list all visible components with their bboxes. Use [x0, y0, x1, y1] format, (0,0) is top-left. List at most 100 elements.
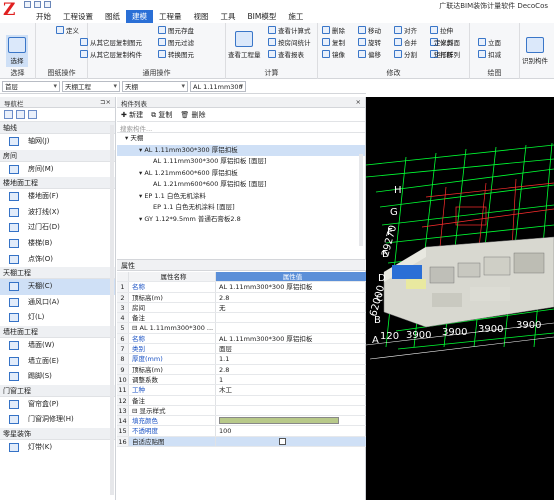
property-row[interactable]: 1 名称 AL 1.11mm300*300 厚铝扣板 — [117, 282, 366, 293]
nav-item[interactable]: 灯(L) — [0, 310, 115, 326]
nav-item[interactable]: 楼梯(B) — [0, 236, 115, 252]
property-value[interactable]: 1.1 — [216, 354, 366, 363]
view-formula-button[interactable]: 查看计算式 — [268, 25, 311, 35]
menu-item[interactable]: BIM模型 — [242, 10, 283, 23]
room-stats-button[interactable]: 按房间统计 — [268, 37, 311, 47]
delete-button[interactable]: 删除 — [322, 25, 345, 35]
nav-item[interactable]: 房间(M) — [0, 162, 115, 178]
model-viewport[interactable]: H G F E D C B A 29270 62000 3900 3900 39… — [366, 97, 554, 500]
checkbox[interactable] — [279, 437, 286, 445]
new-button[interactable]: ✚ 新建 — [121, 110, 143, 119]
menu-item[interactable]: 施工 — [282, 10, 309, 23]
slope-button[interactable]: 定义斜面 — [434, 37, 460, 47]
menu-item[interactable]: 开始 — [30, 10, 57, 23]
nav-item[interactable]: 波打线(X) — [0, 205, 115, 221]
property-row[interactable]: 11 工种 木工 — [117, 385, 366, 396]
property-row[interactable]: 12 备注 — [117, 395, 366, 406]
nav-category[interactable]: 墙柱面工程 — [0, 325, 115, 338]
property-value[interactable] — [216, 416, 366, 425]
property-row[interactable]: 15 不透明度 100 — [117, 426, 366, 437]
copy-button[interactable]: 复制 — [322, 37, 345, 47]
pin-icon[interactable]: ⊐× — [100, 98, 111, 106]
subtype-select[interactable]: 天棚 — [122, 81, 188, 92]
menu-item[interactable]: 视图 — [188, 10, 215, 23]
type-select[interactable]: 天棚工程 — [62, 81, 120, 92]
nav-item[interactable]: 过门石(D) — [0, 220, 115, 236]
property-value[interactable] — [216, 313, 366, 322]
property-row[interactable]: 4 备注 — [117, 313, 366, 324]
component-scrollbar[interactable] — [359, 154, 363, 246]
property-value[interactable] — [216, 406, 366, 415]
copy-from-layer-button[interactable]: 从其它层复制图元 — [80, 37, 142, 47]
filter-element-button[interactable]: 图元过滤 — [158, 37, 194, 47]
property-row[interactable]: 7 类别 面层 — [117, 344, 366, 355]
tree-item[interactable]: ▾ GY 1.12*9.5mm 普通石膏板2.8 — [117, 214, 365, 226]
property-value[interactable] — [216, 396, 366, 405]
property-row[interactable]: 2 顶标高(m) 2.8 — [117, 292, 366, 303]
save-icon[interactable] — [24, 1, 31, 8]
nav-item[interactable]: 墙立面(E) — [0, 354, 115, 370]
split-button[interactable]: 分割 — [394, 49, 417, 59]
nav-category[interactable]: 天棚工程 — [0, 267, 115, 280]
fill-color-swatch[interactable] — [219, 417, 339, 425]
property-value[interactable]: 2.8 — [216, 293, 366, 302]
nav-item[interactable]: 通风口(A) — [0, 295, 115, 311]
property-value[interactable] — [216, 323, 366, 332]
property-value[interactable]: AL 1.11mm300*300 厚铝扣板 — [216, 334, 366, 343]
nav-category[interactable]: 轴线 — [0, 122, 115, 134]
define-button[interactable]: 定义 — [56, 25, 79, 35]
copy-component-tool-button[interactable]: ⧉ 复制 — [151, 110, 172, 119]
tree-item[interactable]: ▾ 天棚 — [117, 133, 365, 145]
property-value[interactable] — [216, 437, 366, 446]
mirror-button[interactable]: 镜像 — [322, 49, 345, 59]
property-value[interactable]: AL 1.11mm300*300 厚铝扣板 — [216, 282, 366, 291]
nav-item[interactable]: 点饰(O) — [0, 252, 115, 268]
tree-item[interactable]: ▾ AL 1.11mm300*300 厚铝扣板 — [117, 144, 365, 156]
list-view-icon[interactable] — [4, 110, 13, 119]
select-button[interactable]: 选择 — [6, 35, 28, 67]
menu-item[interactable]: 建模 — [126, 10, 153, 23]
nav-item[interactable]: 天棚(C) — [0, 279, 115, 295]
move-button[interactable]: 移动 — [358, 25, 381, 35]
rotate-button[interactable]: 旋转 — [358, 37, 381, 47]
array-button[interactable]: 矩形阵列 — [434, 49, 460, 59]
delete-component-button[interactable]: 🗑 删除 — [180, 110, 205, 119]
tree-view-icon[interactable] — [16, 110, 25, 119]
nav-item[interactable]: 灯带(K) — [0, 440, 115, 456]
property-row[interactable]: 13 ⊟ 显示样式 — [117, 405, 366, 417]
deduct-checkbox[interactable]: 扣减 — [478, 49, 501, 59]
nav-item[interactable]: 踢脚(S) — [0, 369, 115, 385]
identify-component-button[interactable]: 识别构件 — [522, 37, 548, 65]
save-element-button[interactable]: 图元存盘 — [158, 25, 194, 35]
nav-item[interactable]: 门窗洞修理(H) — [0, 412, 115, 428]
property-row[interactable]: 10 调整系数 1 — [117, 374, 366, 386]
property-value[interactable]: 木工 — [216, 385, 366, 394]
grid-view-icon[interactable] — [28, 110, 37, 119]
property-row[interactable]: 16 自适应贴图 — [117, 436, 366, 448]
menu-item[interactable]: 图纸 — [99, 10, 126, 23]
nav-scrollbar[interactable] — [110, 125, 114, 495]
property-row[interactable]: 14 填充颜色 — [117, 416, 366, 427]
view-report-button[interactable]: 查看报表 — [268, 49, 304, 59]
elevation-button[interactable]: 立面 — [478, 37, 501, 47]
tree-item[interactable]: AL 1.11mm300*300 厚铝扣板 [面层] — [117, 156, 365, 168]
tree-item[interactable]: EP 1.1 白色无机涂料 [面层] — [117, 202, 365, 214]
floor-select[interactable]: 首层 — [2, 81, 60, 92]
close-icon[interactable]: × — [356, 98, 361, 106]
tree-item[interactable]: ▾ EP 1.1 白色无机涂料 — [117, 191, 365, 203]
property-value[interactable]: 1 — [216, 375, 366, 384]
stretch-button[interactable]: 拉伸 — [430, 25, 453, 35]
tree-item[interactable]: ▾ AL 1.21mm600*600 厚铝扣板 — [117, 168, 365, 180]
nav-category[interactable]: 房间 — [0, 149, 115, 162]
nav-item[interactable]: 楼地面(F) — [0, 189, 115, 205]
tree-item[interactable]: AL 1.21mm600*600 厚铝扣板 [面层] — [117, 179, 365, 191]
property-value[interactable]: 2.8 — [216, 365, 366, 374]
offset-button[interactable]: 偏移 — [358, 49, 381, 59]
redo-icon[interactable] — [44, 1, 51, 8]
menu-item[interactable]: 工程设置 — [57, 10, 99, 23]
nav-item[interactable]: 窗帘盒(P) — [0, 397, 115, 413]
property-value[interactable]: 无 — [216, 303, 366, 312]
property-row[interactable]: 9 顶标高(m) 2.8 — [117, 364, 366, 375]
convert-element-button[interactable]: 转换图元 — [158, 49, 194, 59]
property-row[interactable]: 3 房间无 — [117, 302, 366, 314]
